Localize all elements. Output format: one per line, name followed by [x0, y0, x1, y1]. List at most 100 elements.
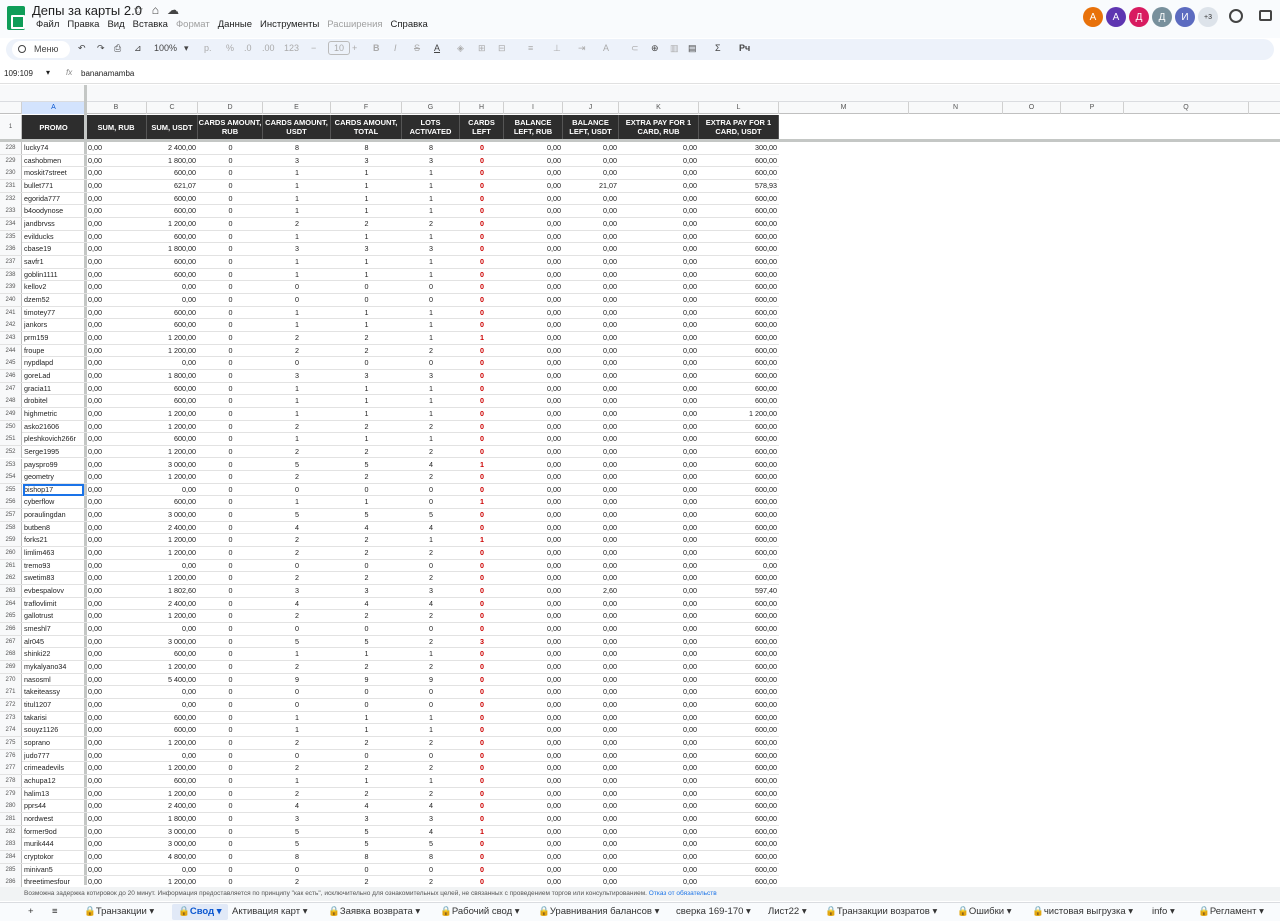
- table-cell[interactable]: 600,00: [701, 800, 777, 812]
- header-cell[interactable]: BALANCE LEFT, USDT: [563, 115, 619, 139]
- table-cell[interactable]: 5: [265, 459, 329, 471]
- table-cell[interactable]: 0,00: [621, 661, 697, 673]
- table-cell[interactable]: 0: [462, 180, 502, 192]
- table-cell[interactable]: 1: [333, 231, 400, 243]
- table-cell[interactable]: 600,00: [701, 547, 777, 559]
- table-cell[interactable]: 1: [462, 332, 502, 344]
- table-cell[interactable]: 600,00: [701, 712, 777, 724]
- table-cell[interactable]: pprs44: [24, 800, 84, 812]
- table-cell[interactable]: 0: [200, 421, 261, 433]
- table-cell[interactable]: 600,00: [701, 826, 777, 838]
- table-cell[interactable]: 3: [265, 585, 329, 597]
- table-cell[interactable]: 0,00: [88, 421, 145, 433]
- table-cell[interactable]: 0,00: [621, 509, 697, 521]
- table-cell[interactable]: 0,00: [506, 193, 561, 205]
- table-cell[interactable]: 2: [404, 610, 458, 622]
- table-cell[interactable]: payspro99: [24, 459, 84, 471]
- table-cell[interactable]: 4: [265, 598, 329, 610]
- table-cell[interactable]: 0,00: [88, 636, 145, 648]
- table-cell[interactable]: 0,00: [565, 560, 617, 572]
- table-cell[interactable]: 0: [200, 433, 261, 445]
- table-cell[interactable]: 2: [265, 762, 329, 774]
- table-cell[interactable]: 600,00: [701, 332, 777, 344]
- table-cell[interactable]: 1: [333, 712, 400, 724]
- table-cell[interactable]: 0,00: [506, 231, 561, 243]
- table-cell[interactable]: 0: [200, 724, 261, 736]
- table-cell[interactable]: 1: [333, 269, 400, 281]
- table-cell[interactable]: 2: [265, 547, 329, 559]
- table-cell[interactable]: 1: [265, 408, 329, 420]
- table-cell[interactable]: 0: [333, 281, 400, 293]
- table-cell[interactable]: 0: [404, 623, 458, 635]
- table-cell[interactable]: 2: [404, 572, 458, 584]
- table-cell[interactable]: 0: [200, 636, 261, 648]
- table-cell[interactable]: 1: [265, 205, 329, 217]
- table-cell[interactable]: 0,00: [88, 737, 145, 749]
- table-cell[interactable]: 0,00: [88, 243, 145, 255]
- table-cell[interactable]: 1: [462, 826, 502, 838]
- table-cell[interactable]: 0,00: [149, 686, 196, 698]
- table-cell[interactable]: 600,00: [149, 395, 196, 407]
- table-cell[interactable]: 0,00: [565, 864, 617, 876]
- table-cell[interactable]: 0: [462, 509, 502, 521]
- table-cell[interactable]: 0,00: [565, 421, 617, 433]
- table-cell[interactable]: savfr1: [24, 256, 84, 268]
- table-cell[interactable]: 5: [404, 509, 458, 521]
- table-cell[interactable]: 1 200,00: [701, 408, 777, 420]
- table-cell[interactable]: gallotrust: [24, 610, 84, 622]
- table-cell[interactable]: 1 802,60: [149, 585, 196, 597]
- table-cell[interactable]: 0,00: [621, 231, 697, 243]
- table-cell[interactable]: 1: [404, 648, 458, 660]
- table-cell[interactable]: 597,40: [701, 585, 777, 597]
- table-cell[interactable]: 0: [200, 155, 261, 167]
- table-cell[interactable]: froupe: [24, 345, 84, 357]
- table-cell[interactable]: 0: [200, 813, 261, 825]
- table-cell[interactable]: 600,00: [701, 345, 777, 357]
- table-cell[interactable]: 3: [265, 243, 329, 255]
- table-cell[interactable]: 0: [462, 788, 502, 800]
- sheet-tab[interactable]: 🔒Свод ▾: [172, 904, 228, 920]
- table-cell[interactable]: 0,00: [565, 534, 617, 546]
- row-number[interactable]: 245: [0, 357, 22, 370]
- table-cell[interactable]: 0,00: [565, 572, 617, 584]
- table-cell[interactable]: 0: [462, 307, 502, 319]
- table-cell[interactable]: 1: [404, 193, 458, 205]
- table-cell[interactable]: soprano: [24, 737, 84, 749]
- table-cell[interactable]: 0,00: [88, 345, 145, 357]
- table-cell[interactable]: 0,00: [621, 623, 697, 635]
- table-cell[interactable]: 0,00: [88, 294, 145, 306]
- table-cell[interactable]: 0,00: [506, 724, 561, 736]
- table-cell[interactable]: 600,00: [149, 269, 196, 281]
- table-cell[interactable]: 3 000,00: [149, 509, 196, 521]
- table-cell[interactable]: 0,00: [88, 471, 145, 483]
- table-cell[interactable]: 0: [462, 319, 502, 331]
- table-cell[interactable]: 1: [404, 408, 458, 420]
- table-cell[interactable]: 300,00: [701, 142, 777, 154]
- table-cell[interactable]: 0,00: [506, 813, 561, 825]
- table-cell[interactable]: former9od: [24, 826, 84, 838]
- collaborator-avatars[interactable]: A A Д Д И +3: [1083, 7, 1218, 27]
- table-cell[interactable]: 0,00: [621, 648, 697, 660]
- header-cell[interactable]: BALANCE LEFT, RUB: [504, 115, 563, 139]
- row-number[interactable]: 246: [0, 369, 22, 382]
- sheet-tab[interactable]: info ▾: [1152, 906, 1175, 917]
- header-cell[interactable]: CARDS AMOUNT, TOTAL: [331, 115, 402, 139]
- table-cell[interactable]: 0,00: [565, 851, 617, 863]
- table-cell[interactable]: 1: [404, 724, 458, 736]
- table-cell[interactable]: 0: [462, 737, 502, 749]
- table-cell[interactable]: moskit7street: [24, 167, 84, 179]
- table-cell[interactable]: 1: [404, 307, 458, 319]
- table-cell[interactable]: alr045: [24, 636, 84, 648]
- row-number[interactable]: 264: [0, 597, 22, 610]
- table-cell[interactable]: 0,00: [506, 648, 561, 660]
- table-cell[interactable]: 600,00: [701, 737, 777, 749]
- table-cell[interactable]: 4: [265, 522, 329, 534]
- table-cell[interactable]: 2: [333, 737, 400, 749]
- table-cell[interactable]: traflovlimit: [24, 598, 84, 610]
- table-cell[interactable]: jankors: [24, 319, 84, 331]
- table-cell[interactable]: 600,00: [701, 775, 777, 787]
- table-cell[interactable]: 0,00: [506, 851, 561, 863]
- table-cell[interactable]: bullet771: [24, 180, 84, 192]
- table-cell[interactable]: 3: [333, 155, 400, 167]
- table-cell[interactable]: cbase19: [24, 243, 84, 255]
